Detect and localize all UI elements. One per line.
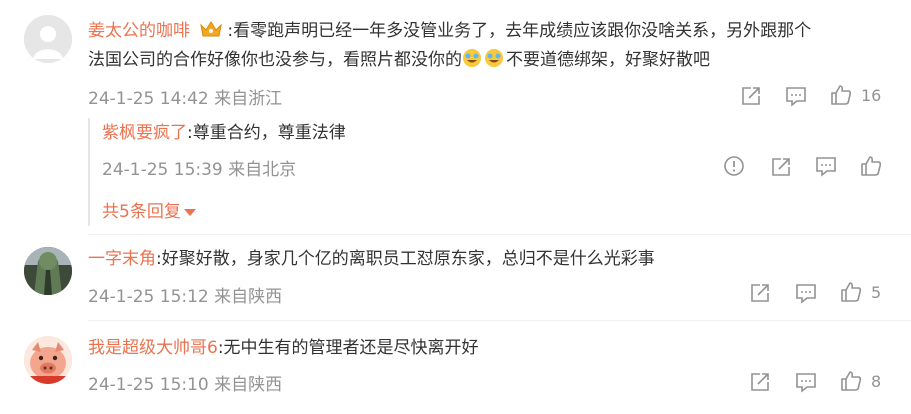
- comment-text: :好聚好散，身家几个亿的离职员工怼原东家，总归不是什么光彩事: [156, 249, 655, 269]
- share-icon: [751, 284, 769, 302]
- default-avatar-icon: [24, 15, 72, 63]
- comment-body: 姜太公的咖啡 :看零跑声明已经一年多没管业务了，去年成绩应该跟你没啥关系，另外跟…: [88, 17, 811, 49]
- comment-icon: [796, 284, 816, 304]
- comment-icon: [816, 157, 836, 177]
- caret-down-icon: [183, 208, 196, 216]
- comment-body: 我是超级大帅哥6:无中生有的管理者还是尽快离开好: [88, 334, 479, 363]
- like-count: 16: [861, 85, 882, 105]
- thumbs-up-icon: [841, 282, 862, 302]
- location: 来自陕西: [214, 375, 283, 395]
- like-button[interactable]: 8: [840, 370, 881, 392]
- comment-button[interactable]: [785, 85, 807, 107]
- timestamp: 24-1-25 14:42: [88, 89, 209, 109]
- divider: [88, 320, 911, 321]
- like-button[interactable]: 5: [840, 281, 881, 303]
- avatar[interactable]: [24, 336, 72, 384]
- thumbs-up-icon: [861, 156, 882, 176]
- like-count: 8: [871, 371, 882, 391]
- like-count: 5: [871, 282, 882, 302]
- pig-avatar-icon: [24, 336, 72, 384]
- avatar-photo-icon: [24, 247, 72, 295]
- username-link[interactable]: 姜太公的咖啡: [88, 21, 190, 41]
- comment-button[interactable]: [815, 155, 837, 177]
- comment-icon: [786, 87, 806, 107]
- reply-username-link[interactable]: 紫枫要疯了: [102, 123, 187, 143]
- comment-meta: 24-1-25 14:42 来自浙江: [88, 84, 282, 109]
- share-button[interactable]: [740, 85, 762, 107]
- share-icon: [772, 158, 790, 176]
- share-button[interactable]: [749, 282, 771, 304]
- share-icon: [751, 373, 769, 391]
- timestamp: 24-1-25 15:39: [102, 160, 223, 180]
- comment-icon: [796, 373, 816, 393]
- like-button[interactable]: [860, 155, 882, 177]
- timestamp: 24-1-25 15:12: [88, 287, 209, 307]
- like-button[interactable]: 16: [830, 84, 881, 106]
- thumbs-up-icon: [841, 371, 862, 391]
- comment-button[interactable]: [795, 371, 817, 393]
- reply-meta: 24-1-25 15:39 来自北京: [102, 155, 296, 180]
- avatar[interactable]: [24, 15, 72, 63]
- comment-button[interactable]: [795, 282, 817, 304]
- comment-meta: 24-1-25 15:10 来自陕西: [88, 370, 282, 395]
- reply-thread-line: [88, 118, 90, 226]
- more-replies-link[interactable]: 共5条回复: [102, 197, 196, 222]
- comment-text: :无中生有的管理者还是尽快离开好: [217, 338, 479, 358]
- timestamp: 24-1-25 15:10: [88, 375, 209, 395]
- divider: [88, 234, 911, 235]
- laugh-cry-emoji-icon: [462, 48, 506, 78]
- location: 来自浙江: [214, 89, 283, 109]
- comment-meta: 24-1-25 15:12 来自陕西: [88, 282, 282, 307]
- avatar[interactable]: [24, 247, 72, 295]
- location: 来自陕西: [214, 287, 283, 307]
- report-button[interactable]: [723, 155, 745, 177]
- comment-text-line2: 法国公司的合作好像你也没参与，看照片都没你的 不要道德绑架，好聚好散吧: [88, 46, 710, 78]
- username-link[interactable]: 一字末角: [88, 249, 156, 269]
- thumbs-up-icon: [831, 85, 852, 105]
- share-icon: [742, 87, 760, 105]
- reply-text: :尊重合约，尊重法律: [187, 123, 346, 143]
- comment-body: 一字末角:好聚好散，身家几个亿的离职员工怼原东家，总归不是什么光彩事: [88, 245, 655, 274]
- username-link[interactable]: 我是超级大帅哥6: [88, 338, 218, 358]
- share-button[interactable]: [770, 156, 792, 178]
- warning-icon: [724, 156, 744, 176]
- crown-badge-icon: [199, 19, 223, 49]
- comment-text: :看零跑声明已经一年多没管业务了，去年成绩应该跟你没啥关系，另外跟那个: [227, 21, 812, 41]
- reply-body: 紫枫要疯了:尊重合约，尊重法律: [102, 119, 346, 148]
- share-button[interactable]: [749, 371, 771, 393]
- location: 来自北京: [228, 160, 297, 180]
